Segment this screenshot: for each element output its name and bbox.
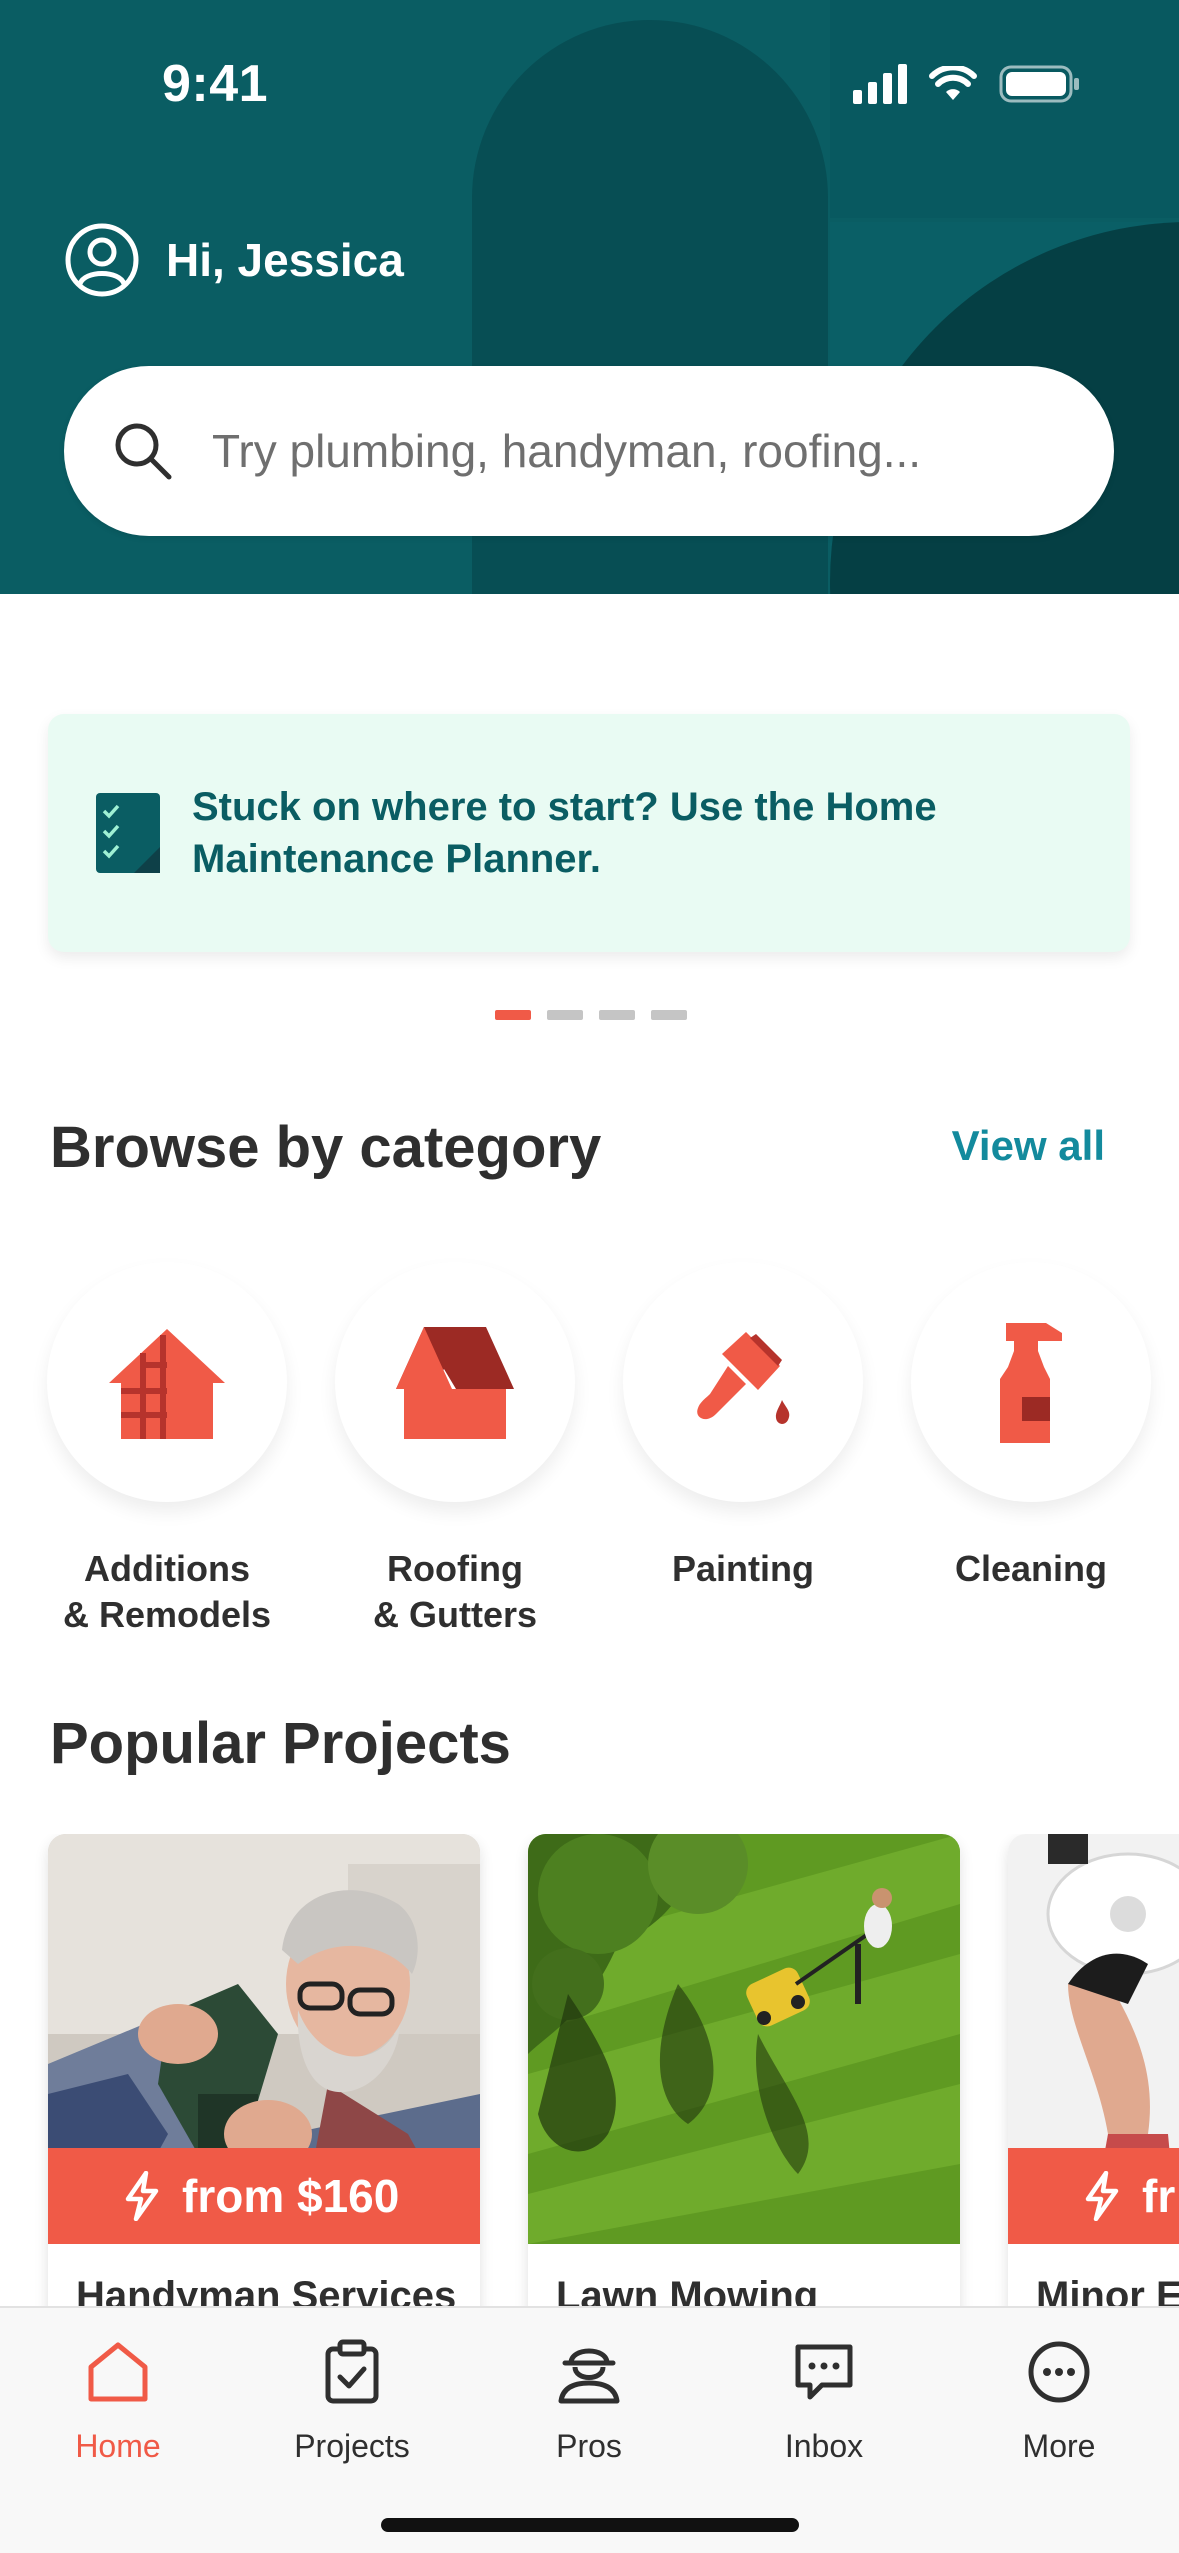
battery-icon <box>999 65 1079 103</box>
greeting[interactable]: Hi, Jessica <box>64 222 404 298</box>
banner-text: Stuck on where to start? Use the Home Ma… <box>192 785 937 881</box>
lightning-bolt-icon <box>1085 2171 1119 2221</box>
checklist-icon <box>96 793 160 873</box>
search-bar[interactable] <box>64 366 1114 536</box>
popular-section-title: Popular Projects <box>50 1711 511 1776</box>
tab-more[interactable]: More <box>959 2336 1159 2465</box>
header: 9:41 Hi, Jessica <box>0 0 1179 594</box>
carousel-dot[interactable] <box>599 1010 635 1020</box>
tab-label: Pros <box>556 2428 622 2464</box>
price-text: from $160 <box>182 2170 400 2222</box>
home-icon <box>18 2336 218 2408</box>
user-avatar-icon[interactable] <box>64 222 140 298</box>
tab-pros[interactable]: Pros <box>489 2336 689 2465</box>
wifi-icon <box>929 66 977 100</box>
category-label: Painting <box>672 1548 814 1589</box>
tab-label: Projects <box>294 2428 410 2464</box>
tab-inbox[interactable]: Inbox <box>724 2336 924 2465</box>
category-icon-circle[interactable] <box>47 1262 287 1502</box>
spray-bottle-icon <box>1000 1323 1062 1443</box>
carousel-page-indicator[interactable] <box>495 1010 687 1020</box>
status-time: 9:41 <box>162 55 269 113</box>
category-additions-remodels[interactable]: Additions & Remodels <box>17 1262 317 1638</box>
carousel-dot[interactable] <box>651 1010 687 1020</box>
bottom-tab-bar: Home Projects Pros Inbox More <box>0 2306 1179 2553</box>
carousel-dot[interactable] <box>547 1010 583 1020</box>
browse-section-title: Browse by category <box>50 1115 602 1180</box>
price-band: fr <box>1008 2148 1179 2244</box>
category-icon-circle[interactable] <box>911 1262 1151 1502</box>
pro-person-icon <box>489 2336 689 2408</box>
paintbrush-icon <box>697 1332 790 1424</box>
carousel-dot[interactable] <box>495 1010 531 1020</box>
status-bar: 9:41 <box>0 0 1179 176</box>
house-roof-icon <box>396 1327 514 1439</box>
category-icon-circle[interactable] <box>623 1262 863 1502</box>
home-planner-banner[interactable]: Stuck on where to start? Use the Home Ma… <box>48 714 1130 952</box>
tab-label: More <box>1022 2428 1096 2464</box>
view-all-link[interactable]: View all <box>952 1122 1105 1170</box>
price-text: fr <box>1142 2170 1176 2222</box>
category-painting[interactable]: Painting <box>593 1262 893 1592</box>
home-indicator[interactable] <box>381 2518 799 2532</box>
project-card-lawn-mowing[interactable]: Lawn Mowing <box>528 1834 960 2314</box>
project-card-handyman[interactable]: from $160 Handyman Services <box>48 1834 480 2314</box>
lawn-mowing-photo <box>528 1834 960 2244</box>
clipboard-check-icon <box>252 2336 452 2408</box>
greeting-text: Hi, Jessica <box>166 234 404 286</box>
lightning-bolt-icon <box>125 2171 159 2221</box>
project-card-minor-electrical[interactable]: fr Minor E <box>1008 1834 1179 2314</box>
search-icon <box>115 423 172 480</box>
price-band: from $160 <box>48 2148 480 2244</box>
search-input[interactable] <box>212 424 1032 478</box>
tab-home[interactable]: Home <box>18 2336 218 2465</box>
more-dots-icon <box>959 2336 1159 2408</box>
category-icon-circle[interactable] <box>335 1262 575 1502</box>
tab-label: Home <box>75 2428 161 2464</box>
chat-bubble-icon <box>724 2336 924 2408</box>
tab-projects[interactable]: Projects <box>252 2336 452 2465</box>
category-cleaning[interactable]: Cleaning <box>881 1262 1179 1592</box>
house-additions-icon <box>109 1329 225 1439</box>
category-list: Additions & Remodels Roofing & Gutters P… <box>0 1262 1179 1635</box>
status-icons <box>853 64 1081 104</box>
category-roofing-gutters[interactable]: Roofing & Gutters <box>305 1262 605 1638</box>
project-image <box>528 1834 960 2244</box>
category-label: Additions & Remodels <box>62 1548 272 1635</box>
tab-label: Inbox <box>784 2428 864 2464</box>
category-label: Cleaning <box>954 1548 1107 1589</box>
project-image: fr <box>1008 1834 1179 2244</box>
project-image: from $160 <box>48 1834 480 2244</box>
cellular-signal-icon <box>853 64 907 104</box>
popular-projects-carousel[interactable]: from $160 Handyman Services Lawn Mowing … <box>0 1834 1179 2314</box>
category-label: Roofing & Gutters <box>372 1548 538 1635</box>
